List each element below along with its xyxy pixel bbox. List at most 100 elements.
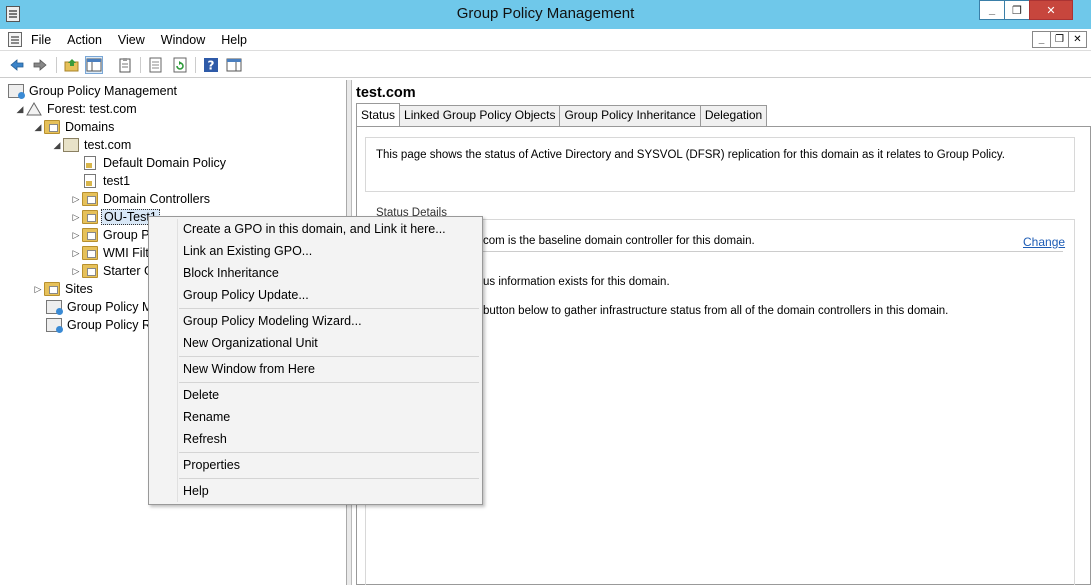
menu-item-help[interactable]: Help bbox=[183, 481, 209, 501]
restore-button[interactable]: ❐ bbox=[1004, 0, 1030, 20]
tree-node-results[interactable]: Group Policy R bbox=[46, 316, 153, 334]
menu-file[interactable]: File bbox=[31, 33, 51, 47]
tab-status[interactable]: Status bbox=[356, 103, 401, 126]
tree-node-ou-test1[interactable]: ▷ OU-Test1 bbox=[70, 208, 160, 226]
tree-node-test1[interactable]: test1 bbox=[82, 172, 132, 190]
back-icon[interactable] bbox=[8, 56, 26, 74]
modeling-icon bbox=[46, 300, 63, 315]
menu-separator bbox=[179, 356, 479, 357]
group-policy-management-icon bbox=[8, 84, 25, 99]
up-folder-icon[interactable] bbox=[63, 56, 81, 74]
tree-node-domain[interactable]: ◢ test.com bbox=[51, 136, 133, 154]
wmi-filter-folder-icon bbox=[82, 246, 98, 260]
tree-node-label: Sites bbox=[65, 282, 93, 296]
tree-node-domain-controllers[interactable]: ▷ Domain Controllers bbox=[70, 190, 212, 208]
domain-icon bbox=[63, 138, 79, 152]
tree-node-label: test1 bbox=[103, 174, 131, 188]
tree-node-label: Group Policy M bbox=[67, 300, 153, 314]
clipboard-icon[interactable] bbox=[116, 56, 134, 74]
menu-help[interactable]: Help bbox=[221, 33, 247, 47]
collapse-arrow-icon[interactable]: ◢ bbox=[32, 122, 44, 133]
tree-node-wmi-filters[interactable]: ▷ WMI Filt bbox=[70, 244, 151, 262]
change-link[interactable]: Change bbox=[1023, 235, 1065, 249]
menu-item-block-inheritance[interactable]: Block Inheritance bbox=[183, 263, 279, 283]
tree-node-label: test.com bbox=[84, 138, 132, 152]
menu-action[interactable]: Action bbox=[67, 33, 102, 47]
window-title: Group Policy Management bbox=[456, 5, 635, 22]
menu-item-modeling-wizard[interactable]: Group Policy Modeling Wizard... bbox=[183, 311, 362, 331]
menu-window[interactable]: Window bbox=[161, 33, 205, 47]
tab-inheritance[interactable]: Group Policy Inheritance bbox=[559, 105, 701, 126]
no-status-text: us information exists for this domain. bbox=[483, 276, 670, 288]
gpo-folder-icon bbox=[82, 228, 98, 242]
menu-separator bbox=[179, 478, 479, 479]
tree-node-root[interactable]: Group Policy Management bbox=[8, 82, 179, 100]
expand-arrow-icon[interactable]: ▷ bbox=[32, 284, 44, 295]
svg-text:?: ? bbox=[208, 59, 215, 73]
tab-strip: Status Linked Group Policy Objects Group… bbox=[356, 103, 768, 126]
tab-linked-gpos[interactable]: Linked Group Policy Objects bbox=[399, 105, 561, 126]
menu-item-rename[interactable]: Rename bbox=[183, 407, 230, 427]
expand-arrow-icon[interactable]: ▷ bbox=[70, 230, 82, 241]
tree-node-label: Domains bbox=[65, 120, 115, 134]
forward-icon[interactable] bbox=[31, 56, 49, 74]
expand-arrow-icon[interactable]: ▷ bbox=[70, 194, 82, 205]
toolbar-separator bbox=[140, 57, 141, 73]
show-hide-tree-icon[interactable] bbox=[85, 56, 103, 74]
menu-item-delete[interactable]: Delete bbox=[183, 385, 219, 405]
results-icon bbox=[46, 318, 63, 333]
menu-item-new-window[interactable]: New Window from Here bbox=[183, 359, 315, 379]
toolbar-separator bbox=[195, 57, 196, 73]
menu-view[interactable]: View bbox=[118, 33, 145, 47]
tree-node-sites[interactable]: ▷ Sites bbox=[32, 280, 95, 298]
tab-delegation[interactable]: Delegation bbox=[699, 105, 768, 126]
info-box: This page shows the status of Active Dir… bbox=[365, 137, 1075, 192]
tree-node-group-policy-objects[interactable]: ▷ Group P bbox=[70, 226, 152, 244]
domains-folder-icon bbox=[44, 120, 60, 134]
sites-folder-icon bbox=[44, 282, 60, 296]
info-text: This page shows the status of Active Dir… bbox=[376, 149, 1005, 161]
tree-node-starter-gpos[interactable]: ▷ Starter G bbox=[70, 262, 156, 280]
menu-bar: File Action View Window Help _ ❐ ✕ bbox=[0, 29, 1091, 51]
menu-item-properties[interactable]: Properties bbox=[183, 455, 240, 475]
gpo-link-icon bbox=[84, 156, 96, 170]
close-button[interactable]: ✕ bbox=[1029, 0, 1073, 20]
page-title: test.com bbox=[356, 85, 416, 101]
tree-node-forest[interactable]: ◢ Forest: test.com bbox=[14, 100, 139, 118]
expand-arrow-icon[interactable]: ▷ bbox=[70, 266, 82, 277]
tree-node-label: Forest: test.com bbox=[47, 102, 137, 116]
tree-node-domains[interactable]: ◢ Domains bbox=[32, 118, 116, 136]
collapse-arrow-icon[interactable]: ◢ bbox=[51, 140, 63, 151]
menu-gutter bbox=[177, 219, 178, 502]
tree-node-label: Default Domain Policy bbox=[103, 156, 226, 170]
menu-item-link-existing-gpo[interactable]: Link an Existing GPO... bbox=[183, 241, 312, 261]
menu-item-new-ou[interactable]: New Organizational Unit bbox=[183, 333, 318, 353]
menu-item-refresh[interactable]: Refresh bbox=[183, 429, 227, 449]
tree-node-default-domain-policy[interactable]: Default Domain Policy bbox=[82, 154, 228, 172]
title-bar: Group Policy Management _ ❐ ✕ bbox=[0, 0, 1091, 29]
collapse-arrow-icon[interactable]: ◢ bbox=[14, 104, 26, 115]
expand-arrow-icon[interactable]: ▷ bbox=[70, 248, 82, 259]
menu-separator bbox=[179, 308, 479, 309]
help-icon[interactable]: ? bbox=[202, 56, 220, 74]
menu-separator bbox=[179, 452, 479, 453]
context-menu: Create a GPO in this domain, and Link it… bbox=[148, 216, 483, 505]
ou-folder-icon bbox=[82, 192, 98, 206]
menu-item-create-gpo[interactable]: Create a GPO in this domain, and Link it… bbox=[183, 219, 446, 239]
mdi-restore-button[interactable]: ❐ bbox=[1050, 31, 1069, 48]
tree-node-label: Group P bbox=[103, 228, 150, 242]
tree-node-modeling[interactable]: Group Policy M bbox=[46, 298, 154, 316]
show-action-pane-icon[interactable] bbox=[225, 56, 243, 74]
baseline-dc-text: com is the baseline domain controller fo… bbox=[483, 235, 755, 247]
refresh-icon[interactable] bbox=[171, 56, 189, 74]
export-list-icon[interactable] bbox=[147, 56, 165, 74]
tree-node-label: Group Policy R bbox=[67, 318, 152, 332]
expand-arrow-icon[interactable]: ▷ bbox=[70, 212, 82, 223]
mdi-close-button[interactable]: ✕ bbox=[1068, 31, 1087, 48]
mdi-controls: _ ❐ ✕ bbox=[1032, 31, 1087, 48]
minimize-button[interactable]: _ bbox=[979, 0, 1005, 20]
menu-item-group-policy-update[interactable]: Group Policy Update... bbox=[183, 285, 309, 305]
toolbar-separator bbox=[56, 57, 57, 73]
mdi-minimize-button[interactable]: _ bbox=[1032, 31, 1051, 48]
console-icon[interactable] bbox=[8, 32, 22, 47]
